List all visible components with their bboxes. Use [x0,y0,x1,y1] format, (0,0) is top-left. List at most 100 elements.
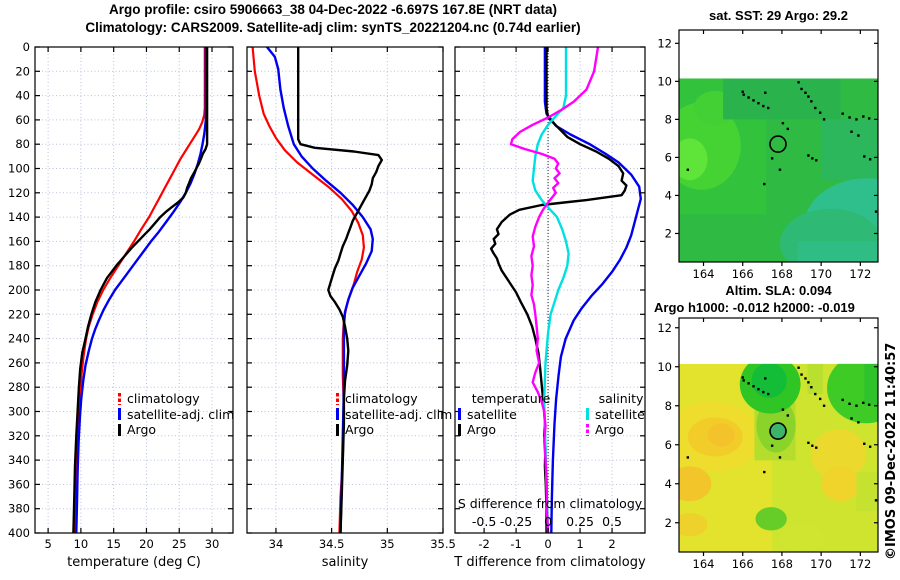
map-y-tick-label: 2 [665,226,672,240]
map-y-tick-label: 10 [657,360,672,374]
s-axis-tick-label: 0 [544,514,552,529]
map-area-sla-map [679,318,878,552]
map-y-tick-label: 6 [665,150,672,164]
map-x-tick-label: 164 [693,557,715,571]
legend-line-sample-icon [458,423,461,436]
legend-label: Argo [467,422,497,437]
x-tick-label: 5 [44,537,51,551]
map-y-tick-labels: 2 4 6 8 10 12 [657,321,672,530]
figure-subtitle: Climatology: CARS2009. Satellite-adj cli… [85,20,581,35]
x-tick-label: 15 [106,537,121,551]
x-tick-label: -2 [478,537,489,551]
legend-item: Argo [336,422,452,438]
s-axis-tick-labels: -0.5 -0.25 0 0.25 0.5 [472,514,622,529]
map-y-tick-label: 12 [657,36,672,50]
legend-item: satellite-adj. clim [118,407,234,423]
depth-tick-label: 220 [8,307,30,321]
map-y-tick-label: 8 [665,112,672,126]
plot-area-difference-profile [489,47,642,533]
depth-tick-label: 260 [8,356,30,370]
x-tick-label: 30 [205,537,220,551]
legend-line-sample-icon [118,392,121,405]
map-x-tick-labels: 164 166 168 170 172 [693,557,872,571]
x-tick-label: 2 [608,537,615,551]
legend-salinity-panel: climatology satellite-adj. clim Argo [336,391,452,438]
sla-map-subtitle: Argo h1000: -0.012 h2000: -0.019 [654,300,855,315]
depth-tick-label: 320 [8,429,30,443]
legend-label: Argo [127,422,157,437]
x-tick-labels: -2 -1 0 1 2 [478,537,615,551]
legend-line-sample-icon [336,423,339,436]
map-y-tick-label: 2 [665,516,672,530]
map-y-tick-label: 8 [665,399,672,413]
panel-sst-map: 164 166 168 170 172 2 4 6 8 10 12 [657,29,879,281]
xlabel-salinity: salinity [321,555,369,570]
legend-temperature-panel: climatology satellite-adj. clim Argo [118,391,234,438]
legend-item: climatology [118,391,234,407]
depth-tick-label: 240 [8,332,30,346]
x-tick-label: 25 [172,537,187,551]
s-axis-tick-label: 0.5 [602,514,622,529]
xlabel-t-difference: T difference from climatology [454,555,646,570]
curve-climatology [251,47,365,533]
legend-line-sample-icon [458,408,461,421]
map-x-tick-label: 166 [732,267,754,281]
label-s-difference: S difference from climatology [457,496,643,511]
legend-label: satellite [467,406,517,422]
legend-label: Argo [345,422,375,437]
s-axis-tick-label: -0.25 [500,514,532,529]
legend-item: satellite [586,407,656,423]
depth-tick-label: 80 [15,137,30,151]
panel-difference-profile: -2 -1 0 1 2 -0.5 -0.25 0 0.25 0.5 [454,46,646,551]
depth-tick-label: 280 [8,380,30,394]
map-area-sst-map [679,30,878,262]
map-y-tick-label: 10 [657,74,672,88]
depth-tick-label: 140 [8,210,30,224]
x-tick-label: 1 [576,537,583,551]
legend-item: Argo [586,422,656,438]
x-tick-label: 34.5 [319,537,345,551]
x-tick-label: 10 [74,537,89,551]
x-tick-label: 0 [544,537,551,551]
legend-line-sample-icon [118,423,121,436]
depth-tick-label: 100 [8,162,30,176]
legend-item: climatology [336,391,452,407]
map-x-tick-labels: 164 166 168 170 172 [693,267,872,281]
panel-temperature-profile: 5 10 15 20 25 3002040608010012014016018020022… [8,40,234,551]
legend-line-sample-icon [118,408,121,421]
x-tick-label: 35 [380,537,395,551]
legend-label: satellite [595,406,645,422]
depth-tick-label: 360 [8,477,30,491]
x-tick-label: 35.5 [430,537,456,551]
map-x-tick-label: 170 [810,557,832,571]
legend-diff-salinity-header: salinity [598,391,644,406]
map-y-tick-label: 12 [657,321,672,335]
legend-line-sample-icon [586,423,589,436]
map-x-tick-label: 164 [693,267,715,281]
legend-line-sample-icon [336,408,339,421]
depth-tick-label: 180 [8,259,30,273]
legend-item: Argo [118,422,234,438]
s-axis-tick-label: 0.25 [566,514,594,529]
map-x-tick-label: 168 [771,267,793,281]
map-y-tick-label: 4 [665,477,672,491]
map-x-tick-label: 168 [771,557,793,571]
x-tick-labels: 34 34.5 35 35.5 [269,537,456,551]
map-x-tick-label: 166 [732,557,754,571]
legend-item: satellite [458,407,564,423]
x-tick-label: -1 [510,537,521,551]
figure-title: Argo profile: csiro 5906663_38 04-Dec-20… [109,2,557,17]
legend-label: satellite-adj. clim [127,406,235,422]
depth-tick-label: 400 [8,526,30,540]
imos-watermark: ©IMOS 09-Dec-2022 11:40:57 [884,342,899,560]
depth-tick-label: 380 [8,502,30,516]
legend-diff-temperature: temperature satellite Argo [458,391,564,438]
map-y-tick-label: 4 [665,188,672,202]
sla-map-title: Altim. SLA: 0.094 [725,283,832,298]
map-x-tick-label: 172 [849,557,871,571]
legend-item: satellite-adj. clim [336,407,452,423]
legend-label: satellite-adj. clim [345,406,453,422]
depth-tick-label: 340 [8,453,30,467]
depth-tick-label: 160 [8,234,30,248]
legend-diff-temperature-header: temperature [471,391,551,406]
